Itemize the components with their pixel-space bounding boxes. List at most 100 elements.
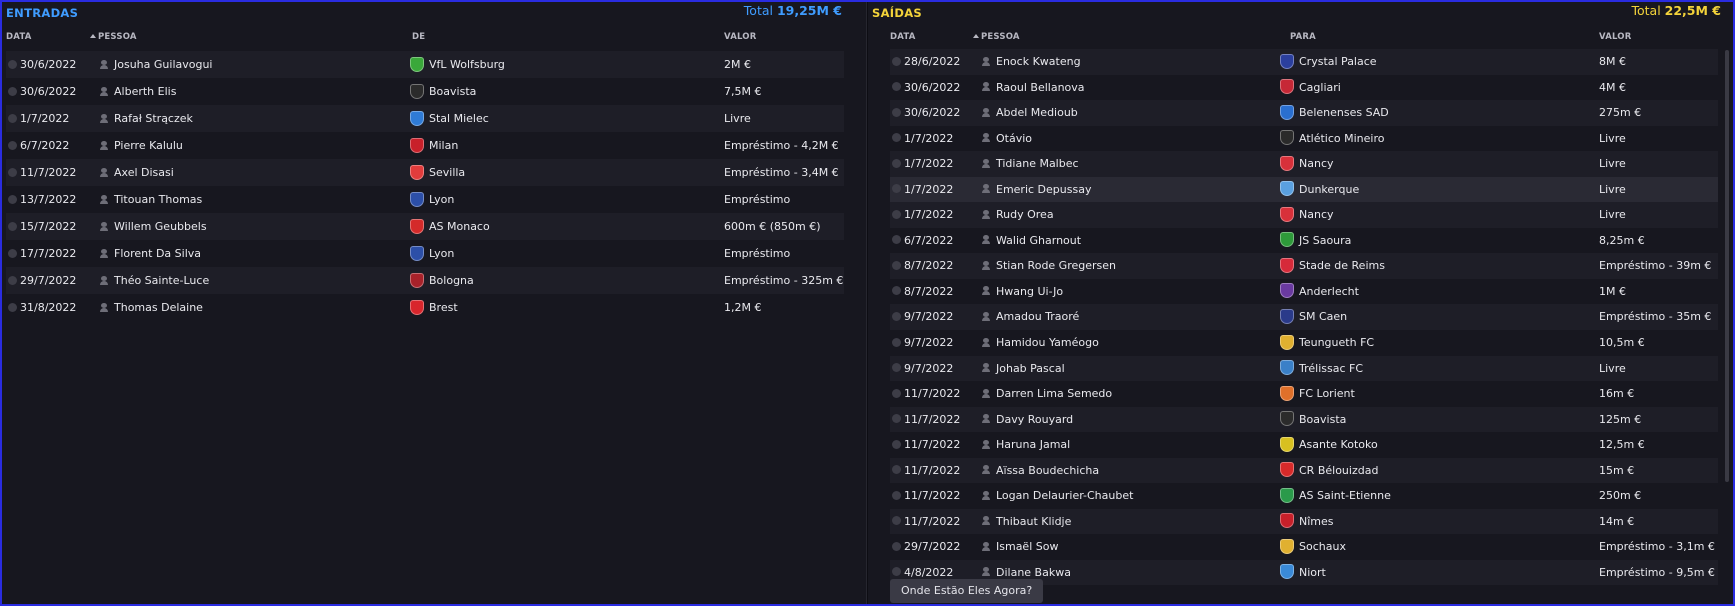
club-cell[interactable]: Niort [1280,560,1326,586]
club-cell[interactable]: Atlético Mineiro [1280,126,1384,152]
club-cell[interactable]: Nancy [1280,202,1334,228]
transfer-row[interactable]: 1/7/2022 Rafał Strączek Stal Mielec Livre [6,105,844,132]
club-cell[interactable]: Milan [410,132,458,159]
transfer-row[interactable]: 30/6/2022 Josuha Guilavogui VfL Wolfsburg 2… [6,51,844,78]
club-cell[interactable]: Crystal Palace [1280,49,1377,75]
club-cell[interactable]: Stal Mielec [410,105,489,132]
col-header-pessoa[interactable]: PESSOA [973,32,1020,42]
person-cell[interactable]: Aïssa Boudechicha [982,458,1099,484]
person-cell[interactable]: Rudy Orea [982,202,1054,228]
transfer-row[interactable]: 1/7/2022 Rudy Orea Nancy Livre [890,202,1718,228]
transfer-row[interactable]: 1/7/2022 Tidiane Malbec Nancy Livre [890,151,1718,177]
transfer-row[interactable]: 11/7/2022 Haruna Jamal Asante Kotoko 12,5m … [890,432,1718,458]
club-cell[interactable]: Stade de Reims [1280,253,1385,279]
person-cell[interactable]: Pierre Kalulu [100,132,183,159]
transfer-row[interactable]: 9/7/2022 Johab Pascal Trélissac FC Livre [890,355,1718,382]
transfer-row[interactable]: 30/6/2022 Alberth Elis Boavista 7,5M € [6,78,844,105]
club-cell[interactable]: Lyon [410,240,454,267]
person-cell[interactable]: Théo Sainte-Luce [100,267,209,294]
club-cell[interactable]: Sochaux [1280,534,1346,560]
person-cell[interactable]: Thibaut Klidje [982,509,1071,535]
club-cell[interactable]: Dunkerque [1280,177,1359,203]
person-cell[interactable]: Hwang Ui-Jo [982,279,1063,305]
person-cell[interactable]: Tidiane Malbec [982,151,1079,177]
transfer-row[interactable]: 29/7/2022 Ismaël Sow Sochaux Empréstimo - 3… [890,534,1718,560]
person-cell[interactable]: Hamidou Yaméogo [982,330,1099,356]
club-cell[interactable]: Brest [410,294,458,321]
person-cell[interactable]: Titouan Thomas [100,186,202,213]
club-cell[interactable]: Nancy [1280,151,1334,177]
club-cell[interactable]: Nîmes [1280,509,1334,535]
col-header-para[interactable]: PARA [1290,32,1316,42]
club-cell[interactable]: SM Caen [1280,304,1347,330]
transfer-row[interactable]: 11/7/2022 Darren Lima Semedo FC Lorient 16m… [890,381,1718,407]
club-cell[interactable]: Cagliari [1280,75,1341,101]
transfer-row[interactable]: 31/8/2022 Thomas Delaine Brest 1,2M € [6,294,844,321]
person-cell[interactable]: Rafał Strączek [100,105,193,132]
person-cell[interactable]: Willem Geubbels [100,213,207,240]
club-cell[interactable]: VfL Wolfsburg [410,51,505,78]
person-cell[interactable]: Axel Disasi [100,159,174,186]
transfer-row[interactable]: 8/7/2022 Hwang Ui-Jo Anderlecht 1M € [890,279,1718,305]
transfer-row[interactable]: 1/7/2022 Emeric Depussay Dunkerque Livre [890,176,1718,203]
club-cell[interactable]: Boavista [1280,407,1346,433]
transfer-row[interactable]: 6/7/2022 Walid Gharnout JS Saoura 8,25m € [890,228,1718,254]
person-cell[interactable]: Josuha Guilavogui [100,51,212,78]
person-cell[interactable]: Stian Rode Gregersen [982,253,1116,279]
transfer-row[interactable]: 13/7/2022 Titouan Thomas Lyon Empréstimo [6,186,844,213]
person-cell[interactable]: Amadou Traoré [982,304,1079,330]
club-cell[interactable]: CR Bélouizdad [1280,458,1378,484]
person-cell[interactable]: Ismaël Sow [982,534,1058,560]
col-header-data[interactable]: DATA [890,32,916,42]
transfer-row[interactable]: 11/7/2022 Thibaut Klidje Nîmes 14m € [890,508,1718,535]
transfer-row[interactable]: 17/7/2022 Florent Da Silva Lyon Empréstimo [6,240,844,267]
person-cell[interactable]: Davy Rouyard [982,407,1073,433]
transfer-row[interactable]: 11/7/2022 Aïssa Boudechicha CR Bélouizdad 1… [890,457,1718,484]
club-cell[interactable]: Anderlecht [1280,279,1359,305]
col-header-de[interactable]: DE [412,32,425,42]
club-cell[interactable]: Teungueth FC [1280,330,1374,356]
person-cell[interactable]: Alberth Elis [100,78,176,105]
col-header-data[interactable]: DATA [6,32,32,42]
col-header-valor[interactable]: VALOR [724,32,756,42]
club-cell[interactable]: JS Saoura [1280,228,1351,254]
club-cell[interactable]: Belenenses SAD [1280,100,1389,126]
club-cell[interactable]: Trélissac FC [1280,356,1363,382]
transfer-row[interactable]: 6/7/2022 Pierre Kalulu Milan Empréstimo - 4… [6,132,844,159]
person-cell[interactable]: Thomas Delaine [100,294,203,321]
transfer-row[interactable]: 11/7/2022 Logan Delaurier-Chaubet AS Saint… [890,483,1718,509]
person-cell[interactable]: Florent Da Silva [100,240,201,267]
col-header-valor[interactable]: VALOR [1599,32,1631,42]
transfer-row[interactable]: 29/7/2022 Théo Sainte-Luce Bologna Emprésti… [6,267,844,294]
person-cell[interactable]: Abdel Medioub [982,100,1078,126]
person-cell[interactable]: Raoul Bellanova [982,75,1085,101]
person-cell[interactable]: Haruna Jamal [982,432,1070,458]
person-cell[interactable]: Walid Gharnout [982,228,1081,254]
club-cell[interactable]: Boavista [410,78,476,105]
person-cell[interactable]: Otávio [982,126,1032,152]
club-cell[interactable]: Asante Kotoko [1280,432,1378,458]
col-header-pessoa[interactable]: PESSOA [90,32,137,42]
transfer-row[interactable]: 11/7/2022 Davy Rouyard Boavista 125m € [890,406,1718,433]
club-cell[interactable]: AS Saint-Etienne [1280,483,1391,509]
transfer-row[interactable]: 11/7/2022 Axel Disasi Sevilla Empréstimo - … [6,159,844,186]
outgoing-scrollbar[interactable] [1725,50,1729,482]
transfer-row[interactable]: 30/6/2022 Raoul Bellanova Cagliari 4M € [890,75,1718,101]
transfer-row[interactable]: 30/6/2022 Abdel Medioub Belenenses SAD 275m… [890,100,1718,126]
person-cell[interactable]: Johab Pascal [982,356,1065,382]
club-cell[interactable]: AS Monaco [410,213,490,240]
person-cell[interactable]: Logan Delaurier-Chaubet [982,483,1133,509]
person-cell[interactable]: Enock Kwateng [982,49,1081,75]
transfer-row[interactable]: 9/7/2022 Amadou Traoré SM Caen Empréstimo -… [890,304,1718,331]
club-cell[interactable]: Sevilla [410,159,465,186]
transfer-row[interactable]: 1/7/2022 Otávio Atlético Mineiro Livre [890,126,1718,152]
transfer-row[interactable]: 9/7/2022 Hamidou Yaméogo Teungueth FC 10,5m… [890,330,1718,356]
transfer-row[interactable]: 8/7/2022 Stian Rode Gregersen Stade de Rei… [890,253,1718,279]
person-cell[interactable]: Darren Lima Semedo [982,381,1112,407]
club-cell[interactable]: Lyon [410,186,454,213]
transfer-row[interactable]: 15/7/2022 Willem Geubbels AS Monaco 600m € … [6,213,844,240]
club-cell[interactable]: Bologna [410,267,474,294]
person-cell[interactable]: Emeric Depussay [982,177,1091,203]
club-cell[interactable]: FC Lorient [1280,381,1355,407]
where-are-they-now-button[interactable]: Onde Estão Eles Agora? [890,579,1044,603]
